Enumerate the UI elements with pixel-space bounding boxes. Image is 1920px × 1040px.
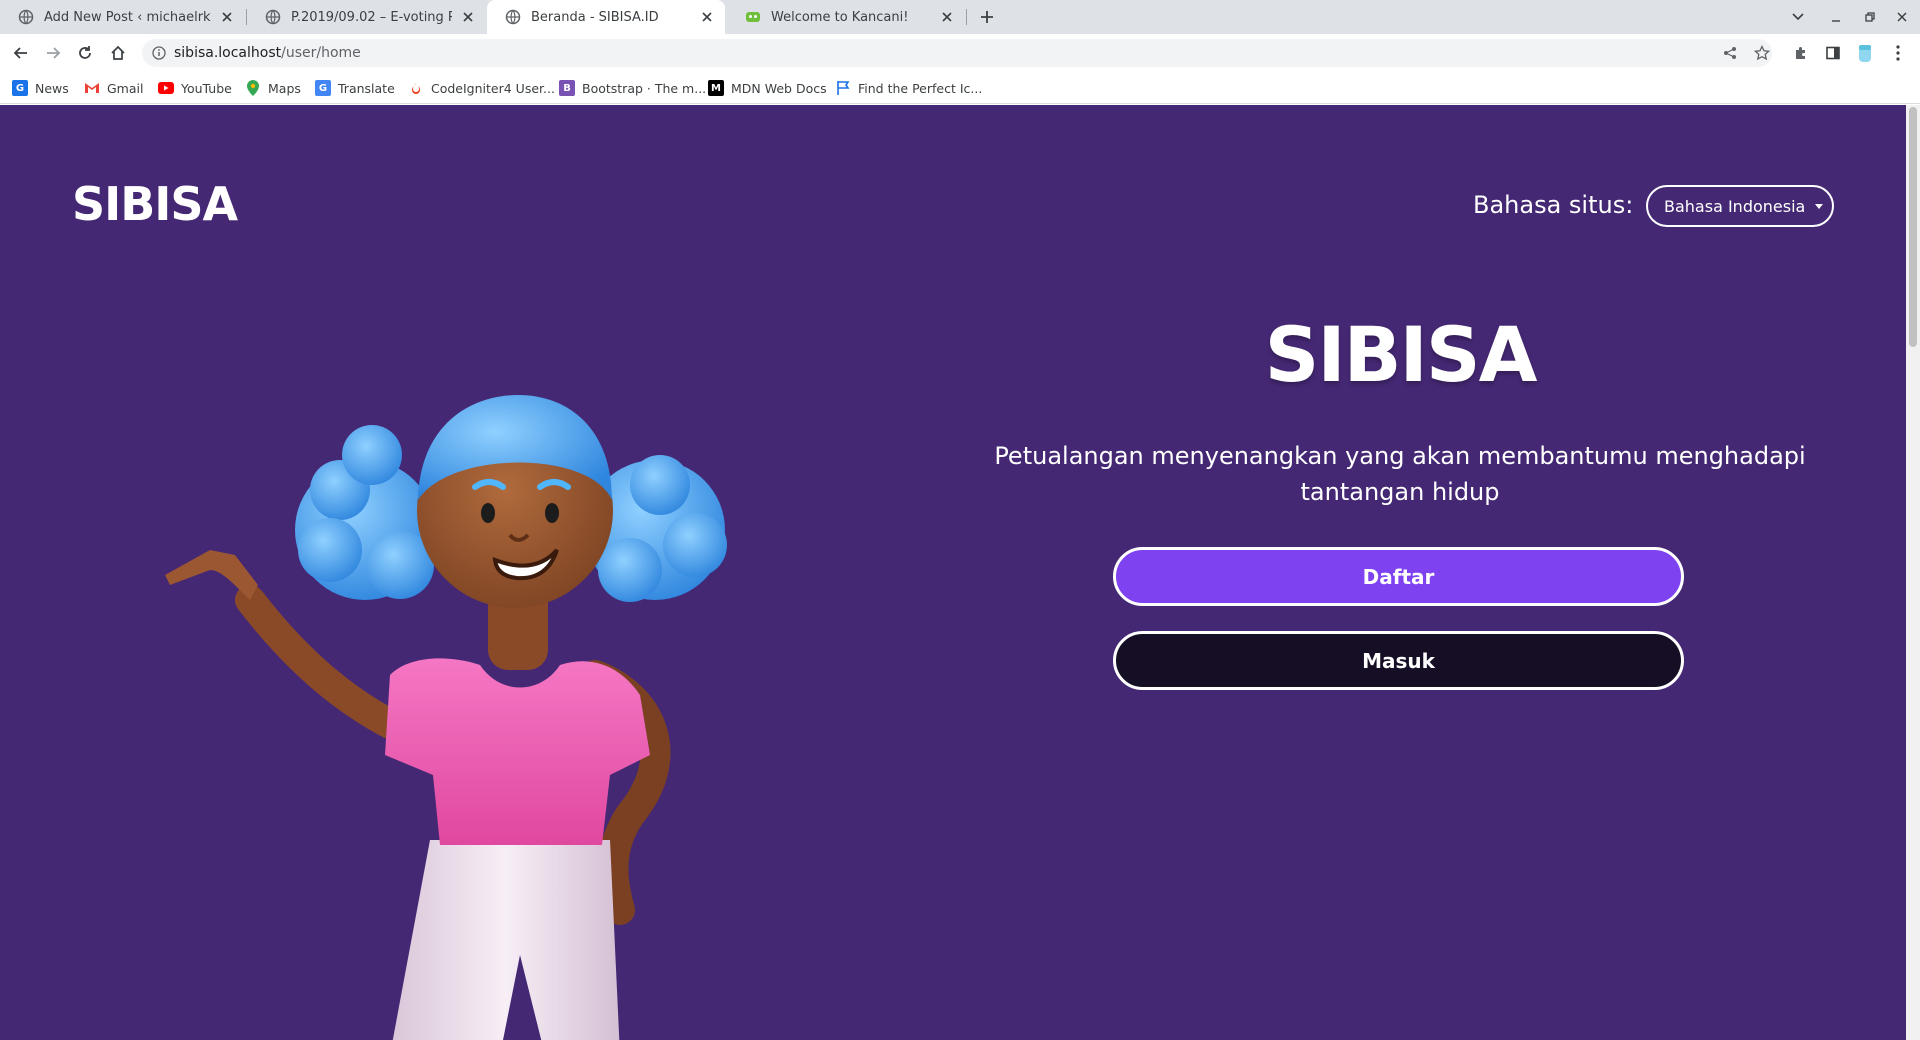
login-button[interactable]: Masuk xyxy=(1113,631,1684,690)
back-icon[interactable] xyxy=(8,40,34,66)
tab-e-voting[interactable]: P.2019/09.02 – E-voting Pemilih xyxy=(247,0,486,34)
bookmark-gmail[interactable]: Gmail xyxy=(84,79,143,97)
new-tab-button[interactable] xyxy=(975,5,999,29)
bootstrap-icon: B xyxy=(559,80,575,96)
tab-strip: Add New Post ‹ michaelrk02 — P.2019/09.0… xyxy=(0,0,1920,34)
bookmark-youtube[interactable]: YouTube xyxy=(158,79,232,97)
bookmark-codeigniter[interactable]: CodeIgniter4 User... xyxy=(408,79,555,97)
hero-subtitle: Petualangan menyenangkan yang akan memba… xyxy=(994,442,1806,506)
tab-search-chevron-icon[interactable] xyxy=(1786,5,1810,29)
address-bar[interactable]: sibisa.localhost/user/home xyxy=(142,39,1772,67)
maps-icon xyxy=(245,80,261,96)
globe-icon xyxy=(18,9,34,25)
page-scrollbar[interactable] xyxy=(1906,105,1920,1040)
globe-icon xyxy=(505,9,521,25)
bookmarks-bar: G News Gmail YouTube Maps G Translate Co… xyxy=(0,72,1920,104)
close-window-icon[interactable] xyxy=(1890,5,1914,29)
bookmark-star-icon[interactable] xyxy=(1752,43,1772,63)
reload-icon[interactable] xyxy=(72,40,98,66)
bookmark-label: Maps xyxy=(268,80,301,96)
character-illustration xyxy=(165,395,727,1040)
caret-down-icon xyxy=(1815,203,1824,209)
menu-kebab-icon[interactable] xyxy=(1885,40,1911,66)
browser-toolbar: sibisa.localhost/user/home xyxy=(0,34,1920,72)
page-content: SIBISA Bahasa situs: Bahasa Indonesia SI… xyxy=(0,105,1906,1040)
hero-title: SIBISA xyxy=(1264,310,1538,399)
close-tab-icon[interactable] xyxy=(460,9,476,25)
youtube-icon xyxy=(158,80,174,96)
translate-icon: G xyxy=(315,80,331,96)
bookmark-find-icon[interactable]: Find the Perfect Ic... xyxy=(835,79,982,97)
flag-icon xyxy=(835,80,851,96)
extensions-puzzle-icon[interactable] xyxy=(1788,40,1814,66)
language-label: Bahasa situs: xyxy=(1473,191,1634,219)
mdn-icon: M xyxy=(708,80,724,96)
gmail-icon xyxy=(84,80,100,96)
tab-title: Welcome to Kancani! xyxy=(771,9,909,25)
minimize-icon[interactable] xyxy=(1824,5,1848,29)
register-button-label: Daftar xyxy=(1362,564,1435,589)
brand-logo[interactable]: SIBISA xyxy=(72,177,238,231)
home-icon[interactable] xyxy=(105,40,131,66)
tab-add-new-post[interactable]: Add New Post ‹ michaelrk02 — xyxy=(0,0,245,34)
globe-icon xyxy=(265,9,281,25)
language-selected: Bahasa Indonesia xyxy=(1664,196,1806,216)
register-button[interactable]: Daftar xyxy=(1113,547,1684,606)
bookmark-label: CodeIgniter4 User... xyxy=(431,80,555,96)
url-path: /user/home xyxy=(281,45,361,61)
bookmark-label: MDN Web Docs xyxy=(731,80,827,96)
bookmark-mdn[interactable]: M MDN Web Docs xyxy=(708,79,827,97)
share-icon[interactable] xyxy=(1720,43,1740,63)
tab-beranda-sibisa[interactable]: Beranda - SIBISA.ID xyxy=(487,0,725,34)
forward-icon[interactable] xyxy=(40,40,66,66)
tab-title: Add New Post ‹ michaelrk02 — xyxy=(44,9,211,25)
tab-kancani[interactable]: Welcome to Kancani! xyxy=(727,0,965,34)
bookmark-bootstrap[interactable]: B Bootstrap · The m... xyxy=(559,79,706,97)
bookmark-label: YouTube xyxy=(181,80,232,96)
scrollbar-thumb[interactable] xyxy=(1909,107,1917,347)
tab-title: P.2019/09.02 – E-voting Pemilih xyxy=(291,9,452,25)
codeigniter-icon xyxy=(408,80,424,96)
profile-avatar-icon[interactable] xyxy=(1852,40,1878,66)
bookmark-label: Translate xyxy=(338,80,395,96)
bookmark-news[interactable]: G News xyxy=(12,79,69,97)
tab-title: Beranda - SIBISA.ID xyxy=(531,9,659,25)
close-tab-icon[interactable] xyxy=(219,9,235,25)
bookmark-label: Gmail xyxy=(107,80,144,96)
close-tab-icon[interactable] xyxy=(699,9,715,25)
news-icon: G xyxy=(12,80,28,96)
close-tab-icon[interactable] xyxy=(939,9,955,25)
bookmark-translate[interactable]: G Translate xyxy=(315,79,395,97)
url-host: sibisa.localhost xyxy=(174,45,282,61)
bookmark-label: Find the Perfect Ic... xyxy=(858,80,983,96)
tab-separator xyxy=(966,9,967,25)
bookmark-label: Bootstrap · The m... xyxy=(582,80,707,96)
language-dropdown[interactable]: Bahasa Indonesia xyxy=(1646,185,1834,227)
side-panel-icon[interactable] xyxy=(1820,40,1846,66)
login-button-label: Masuk xyxy=(1362,648,1435,673)
restore-icon[interactable] xyxy=(1858,5,1882,29)
bookmark-maps[interactable]: Maps xyxy=(245,79,301,97)
kancani-logo-icon xyxy=(745,9,761,25)
site-info-icon[interactable] xyxy=(152,46,166,60)
bookmark-label: News xyxy=(35,80,69,96)
